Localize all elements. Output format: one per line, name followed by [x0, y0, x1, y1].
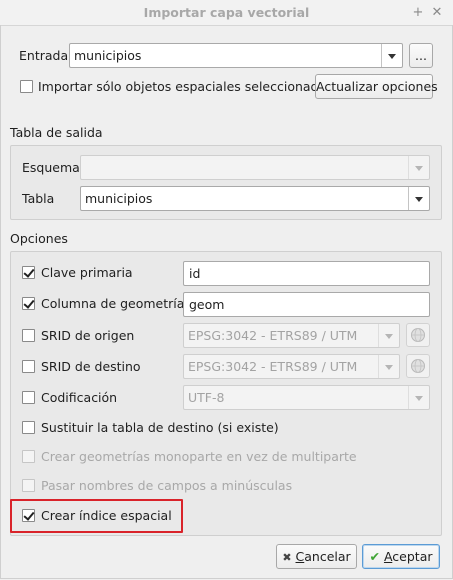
refresh-options-button[interactable]: Actualizar opciones — [315, 74, 438, 99]
schema-label: Esquema — [22, 160, 80, 175]
title-bar: Importar capa vectorial — [0, 0, 453, 26]
source-srid-combo[interactable]: EPSG:3042 - ETRS89 / UTM zone 30 — [183, 323, 400, 348]
checkmark-icon — [23, 266, 35, 278]
cancel-button[interactable]: ✖ Cancelar — [276, 544, 357, 569]
input-layer-value: municipios — [74, 48, 142, 63]
chevron-down-icon — [408, 156, 429, 179]
target-srid-label: SRID de destino — [41, 359, 141, 374]
target-srid-combo[interactable]: EPSG:3042 - ETRS89 / UTM zone 30 — [183, 354, 400, 379]
input-layer-combo[interactable]: municipios — [69, 43, 403, 68]
globe-icon — [411, 359, 425, 373]
target-crs-selector-button[interactable] — [406, 354, 430, 378]
cancel-label-rest: ancelar — [304, 549, 351, 564]
output-section-title: Tabla de salida — [10, 125, 103, 140]
table-label: Tabla — [22, 191, 55, 206]
chevron-down-icon — [378, 355, 399, 378]
globe-icon — [411, 328, 425, 342]
geometry-column-input[interactable]: geom — [183, 292, 430, 317]
chevron-down-icon — [381, 44, 402, 67]
spatial-index-label: Crear índice espacial — [41, 508, 172, 523]
source-srid-label: SRID de origen — [41, 328, 135, 343]
accept-button[interactable]: ✔ Aceptar — [362, 544, 440, 569]
single-part-checkbox[interactable] — [22, 450, 35, 463]
target-srid-value: EPSG:3042 - ETRS89 / UTM zone 30 — [188, 359, 358, 378]
chevron-down-icon — [378, 324, 399, 347]
checkmark-icon: ✔ — [369, 549, 380, 564]
checkmark-icon — [23, 509, 35, 521]
window-title: Importar capa vectorial — [143, 5, 310, 20]
source-srid-value: EPSG:3042 - ETRS89 / UTM zone 30 — [188, 328, 358, 347]
primary-key-label: Clave primaria — [41, 265, 133, 280]
close-icon[interactable]: ✕ — [430, 0, 444, 25]
close-icon: ✖ — [282, 551, 292, 564]
geometry-column-label: Columna de geometría — [41, 296, 185, 311]
options-section-title: Opciones — [10, 231, 68, 246]
only-selected-label: Importar sólo objetos espaciales selecci… — [38, 79, 333, 94]
primary-key-checkbox[interactable] — [22, 266, 35, 279]
table-value: municipios — [85, 191, 153, 206]
target-srid-checkbox[interactable] — [22, 360, 35, 373]
geometry-column-checkbox[interactable] — [22, 297, 35, 310]
encoding-checkbox[interactable] — [22, 391, 35, 404]
encoding-combo[interactable]: UTF-8 — [183, 385, 430, 410]
encoding-value: UTF-8 — [188, 390, 225, 405]
lowercase-fields-label: Pasar nombres de campos a minúsculas — [41, 478, 293, 493]
only-selected-checkbox[interactable] — [20, 80, 33, 93]
lowercase-fields-checkbox[interactable] — [22, 479, 35, 492]
cancel-mnemonic: C — [295, 549, 305, 564]
primary-key-input[interactable]: id — [183, 261, 430, 286]
chevron-down-icon — [408, 187, 429, 210]
primary-key-value: id — [189, 266, 201, 281]
single-part-label: Crear geometrías monoparte en vez de mul… — [41, 449, 357, 464]
chevron-down-icon — [408, 386, 429, 409]
table-combo[interactable]: municipios — [80, 186, 430, 211]
source-crs-selector-button[interactable] — [406, 323, 430, 347]
schema-combo[interactable] — [80, 155, 430, 180]
browse-button[interactable]: ... — [409, 43, 433, 68]
pin-icon[interactable]: + — [411, 0, 425, 25]
accept-label-rest: ceptar — [392, 549, 433, 564]
checkmark-icon — [23, 297, 35, 309]
input-label: Entrada — [19, 48, 69, 63]
replace-table-checkbox[interactable] — [22, 421, 35, 434]
encoding-label: Codificación — [41, 390, 118, 405]
geometry-column-value: geom — [189, 297, 225, 312]
source-srid-checkbox[interactable] — [22, 329, 35, 342]
replace-table-label: Sustituir la tabla de destino (si existe… — [41, 420, 279, 435]
spatial-index-checkbox[interactable] — [22, 509, 35, 522]
